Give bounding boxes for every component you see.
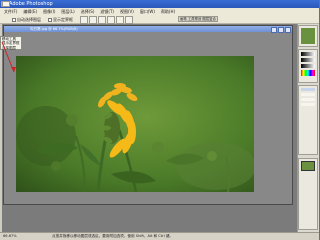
- align-left-icon[interactable]: [107, 16, 115, 24]
- color-panel[interactable]: [298, 49, 318, 83]
- menu-bar: 文件(F) 编辑(E) 图像(I) 图层(L) 选择(S) 滤镜(T) 视图(V…: [0, 8, 319, 15]
- minimize-icon[interactable]: [271, 27, 277, 33]
- show-bounds-label: 显示定界框: [53, 17, 73, 22]
- move-tool-preset-button[interactable]: [2, 1, 10, 7]
- canvas-image[interactable]: [16, 56, 254, 192]
- menu-item-layer[interactable]: 图层(L): [61, 9, 74, 15]
- menu-item-help[interactable]: 帮助(H): [161, 9, 175, 15]
- align-top-icon[interactable]: [80, 16, 88, 24]
- history-state[interactable]: [301, 103, 315, 106]
- show-bounds-checkbox[interactable]: [48, 18, 52, 22]
- history-state[interactable]: [301, 88, 315, 91]
- panel-well-tab-layer-comps[interactable]: 图层复合: [202, 17, 216, 21]
- app-title: Adobe Photoshop: [9, 1, 53, 7]
- document-window-controls: [271, 26, 291, 33]
- history-state[interactable]: [301, 93, 315, 96]
- menu-item-select[interactable]: 选择(S): [81, 9, 95, 15]
- menu-item-image[interactable]: 图像(I): [43, 9, 55, 15]
- close-icon[interactable]: [285, 27, 291, 33]
- menu-item-filter[interactable]: 滤镜(T): [100, 9, 114, 15]
- menu-item-edit[interactable]: 编辑(E): [23, 9, 37, 15]
- navigator-panel[interactable]: [298, 25, 318, 47]
- align-right-icon[interactable]: [125, 16, 133, 24]
- align-hcenter-icon[interactable]: [116, 16, 124, 24]
- color-slider[interactable]: [301, 52, 315, 56]
- red-annotation-arrow: [1, 41, 16, 73]
- auto-select-checkbox[interactable]: [12, 18, 16, 22]
- color-slider[interactable]: [301, 58, 315, 62]
- navigator-thumbnail: [301, 28, 315, 44]
- menu-item-window[interactable]: 窗口(W): [140, 9, 155, 15]
- history-panel[interactable]: [298, 85, 318, 155]
- auto-select-label: 自动选择图层: [17, 17, 41, 22]
- document-title: 向日葵.jpg @ 66.7%(RGB/8): [30, 27, 78, 31]
- menu-item-file[interactable]: 文件(F): [4, 9, 17, 15]
- maximize-icon[interactable]: [278, 27, 284, 33]
- menu-item-view[interactable]: 视图(V): [120, 9, 134, 15]
- align-vcenter-icon[interactable]: [89, 16, 97, 24]
- status-text: 点按并拖移以移动图层或选区。要用附加选项，使用 Shift、Alt 和 Ctrl…: [52, 234, 174, 238]
- align-buttons-group: [80, 16, 140, 24]
- panel-well: 画笔 工具预设 图层复合: [178, 16, 218, 22]
- sunflower-photo: [16, 56, 254, 192]
- document-titlebar[interactable]: 向日葵.jpg @ 66.7%(RGB/8): [4, 26, 292, 33]
- panel-well-tab-tool-presets[interactable]: 工具预设: [188, 17, 202, 21]
- color-ramp[interactable]: [301, 70, 315, 76]
- history-state[interactable]: [301, 98, 315, 101]
- layers-panel[interactable]: [298, 158, 318, 230]
- color-slider[interactable]: [301, 64, 315, 68]
- layer-thumbnail[interactable]: [301, 161, 315, 171]
- align-bottom-icon[interactable]: [98, 16, 106, 24]
- panel-well-tab-brushes[interactable]: 画笔: [180, 17, 187, 21]
- zoom-level[interactable]: 66.67%: [3, 233, 17, 239]
